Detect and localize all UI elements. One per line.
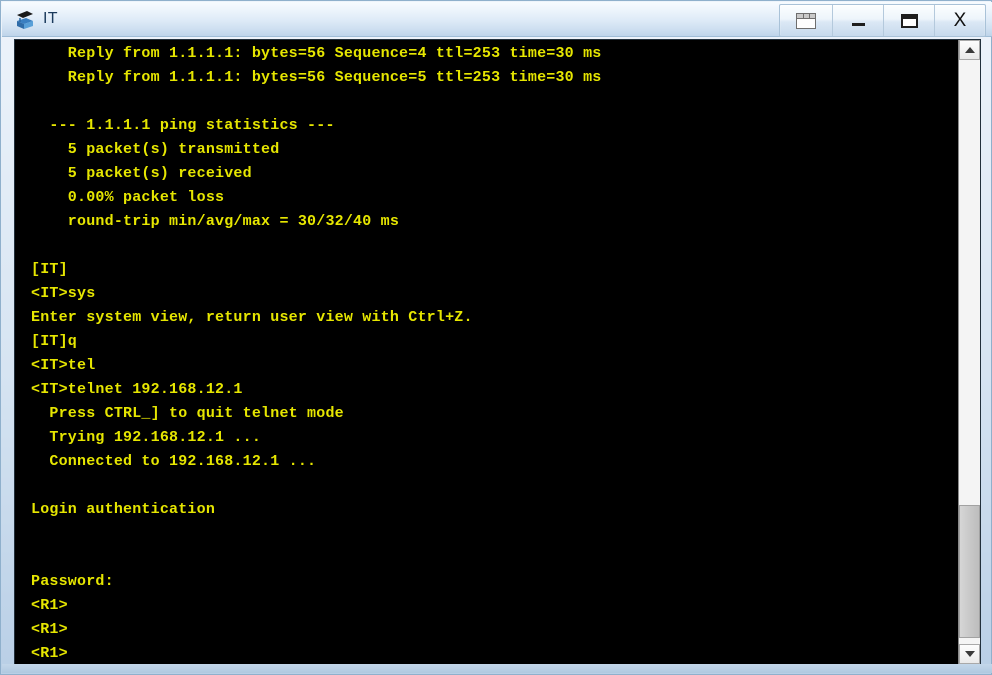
terminal-line: <IT>sys	[31, 285, 96, 302]
terminal-line: Trying 192.168.12.1 ...	[31, 429, 262, 446]
scrollbar-track[interactable]	[959, 60, 980, 644]
terminal-line: 0.00% packet loss	[31, 189, 225, 206]
title-bar[interactable]: IT X	[2, 2, 992, 37]
terminal-line: Reply from 1.1.1.1: bytes=56 Sequence=5 …	[31, 69, 602, 86]
terminal-line: 5 packet(s) received	[31, 165, 252, 182]
terminal-line: <IT>tel	[31, 357, 96, 374]
terminal-line: Connected to 192.168.12.1 ...	[31, 453, 317, 470]
tile-windows-button[interactable]	[780, 5, 833, 36]
terminal-line: <IT>telnet 192.168.12.1	[31, 381, 243, 398]
terminal-area: Reply from 1.1.1.1: bytes=56 Sequence=4 …	[14, 39, 981, 665]
terminal-line: <R1>	[31, 645, 68, 662]
minimize-icon	[851, 22, 865, 26]
terminal-line: Enter system view, return user view with…	[31, 309, 473, 326]
close-icon: X	[953, 10, 967, 31]
window-controls: X	[779, 4, 986, 37]
terminal-line: Reply from 1.1.1.1: bytes=56 Sequence=4 …	[31, 45, 602, 62]
terminal-line: <R1>	[31, 597, 68, 614]
terminal-output[interactable]: Reply from 1.1.1.1: bytes=56 Sequence=4 …	[15, 40, 959, 664]
terminal-line: [IT]	[31, 261, 68, 278]
close-button[interactable]: X	[935, 5, 985, 36]
minimize-button[interactable]	[833, 5, 884, 36]
window-title: IT	[43, 10, 58, 27]
window-bottom-frame	[2, 664, 992, 673]
scroll-down-button[interactable]	[959, 644, 980, 664]
maximize-button[interactable]	[884, 5, 935, 36]
scrollbar-thumb[interactable]	[959, 505, 980, 638]
terminal-line: --- 1.1.1.1 ping statistics ---	[31, 117, 335, 134]
terminal-line: Login authentication	[31, 501, 216, 518]
scroll-down-icon	[964, 651, 975, 657]
terminal-line: 5 packet(s) transmitted	[31, 141, 280, 158]
title-bar-left: IT	[14, 2, 58, 37]
scroll-up-icon	[964, 47, 975, 53]
terminal-line: Password:	[31, 573, 114, 590]
router-device-icon	[14, 9, 36, 31]
tile-windows-icon	[796, 12, 816, 29]
maximize-icon	[900, 13, 918, 28]
vertical-scrollbar[interactable]	[958, 40, 980, 664]
terminal-line: round-trip min/avg/max = 30/32/40 ms	[31, 213, 400, 230]
terminal-line: Press CTRL_] to quit telnet mode	[31, 405, 344, 422]
terminal-line: <R1>	[31, 621, 68, 638]
cli-terminal-window: IT X Reply from 1.1.1.1: bytes=56 Sequen…	[0, 0, 992, 675]
terminal-line: [IT]q	[31, 333, 78, 350]
scroll-up-button[interactable]	[959, 40, 980, 60]
